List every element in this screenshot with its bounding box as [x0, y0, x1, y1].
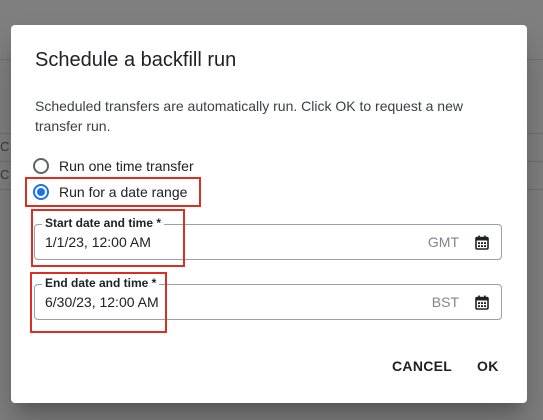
background-text: C [0, 139, 10, 154]
dialog-description: Scheduled transfers are automatically ru… [35, 98, 463, 134]
start-date-label: Start date and time * [42, 216, 165, 230]
radio-button-checked[interactable] [33, 184, 49, 200]
start-date-value[interactable]: 1/1/23, 12:00 AM [45, 234, 151, 250]
radio-label: Run one time transfer [59, 158, 194, 174]
radio-button[interactable] [33, 158, 49, 174]
end-date-field[interactable]: End date and time * 6/30/23, 12:00 AM BS… [34, 276, 502, 320]
cancel-button[interactable]: CANCEL [392, 358, 452, 374]
start-timezone: GMT [427, 234, 459, 250]
radio-label: Run for a date range [59, 184, 188, 200]
calendar-icon[interactable] [475, 235, 489, 250]
end-date-label: End date and time * [42, 276, 160, 290]
background-text: C [0, 167, 10, 182]
end-timezone: BST [431, 294, 459, 310]
radio-one-time-transfer[interactable]: Run one time transfer [33, 154, 194, 178]
calendar-icon[interactable] [475, 295, 489, 310]
dialog-title: Schedule a backfill run [35, 49, 237, 71]
end-date-value[interactable]: 6/30/23, 12:00 AM [45, 294, 159, 310]
ok-button[interactable]: OK [477, 358, 499, 374]
radio-date-range[interactable]: Run for a date range [33, 180, 187, 204]
backfill-dialog: Schedule a backfill run Scheduled transf… [11, 25, 527, 403]
start-date-field[interactable]: Start date and time * 1/1/23, 12:00 AM G… [34, 216, 502, 260]
